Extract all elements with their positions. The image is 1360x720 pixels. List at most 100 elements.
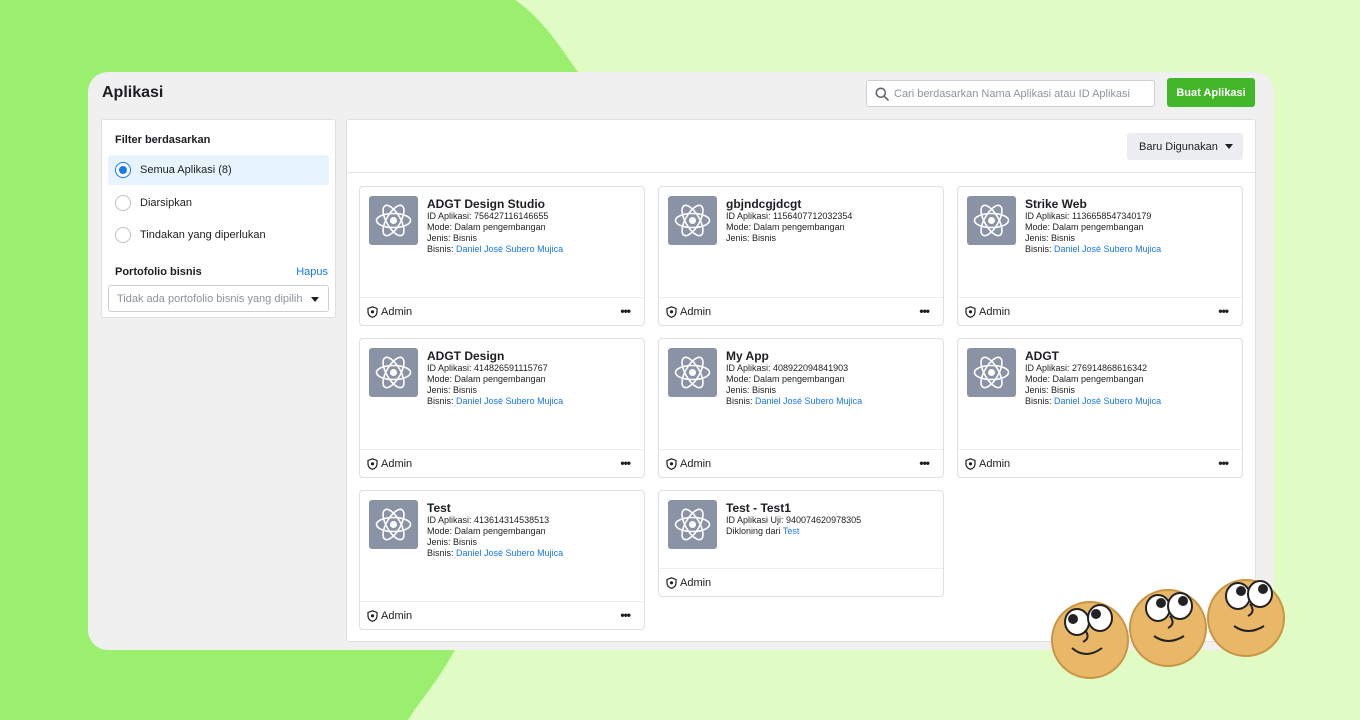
atom-icon [668, 500, 717, 549]
business-prefix: Bisnis: [427, 244, 454, 254]
atom-icon [967, 348, 1016, 397]
filter-archived[interactable]: Diarsipkan [108, 188, 329, 218]
more-options-icon[interactable]: ••• [919, 305, 930, 317]
role-label: Admin [381, 609, 413, 622]
app-business: Bisnis: Daniel José Subero Mujica [427, 548, 639, 559]
atom-icon [967, 196, 1016, 245]
more-options-icon[interactable]: ••• [620, 457, 631, 469]
app-type: Jenis: Bisnis [1025, 233, 1076, 243]
shield-icon [666, 305, 677, 318]
filter-sidebar: Filter berdasarkan Semua Aplikasi (8) Di… [101, 119, 336, 318]
more-options-icon[interactable]: ••• [620, 305, 631, 317]
portfolio-select-value: Tidak ada portofolio bisnis yang dipilih [117, 292, 303, 305]
card-footer: Admin ••• [360, 601, 644, 629]
business-link[interactable]: Daniel José Subero Mujica [456, 396, 563, 406]
card-footer: Admin ••• [360, 449, 644, 477]
more-options-icon[interactable]: ••• [919, 457, 930, 469]
filter-label: Semua Aplikasi (8) [140, 164, 232, 176]
app-card[interactable]: Test ID Aplikasi: 413614314538513 Mode: Da… [359, 490, 645, 630]
app-id: ID Aplikasi: 276914868616342 [1025, 363, 1148, 373]
app-card[interactable]: Strike Web ID Aplikasi: 1136658547340179 M… [957, 186, 1243, 326]
atom-icon [369, 196, 418, 245]
business-link[interactable]: Daniel José Subero Mujica [1054, 396, 1161, 406]
app-info: Test - Test1 ID Aplikasi Uji: 94007462097… [726, 501, 938, 537]
filter-action-required[interactable]: Tindakan yang diperlukan [108, 220, 329, 250]
app-card[interactable]: ADGT Design ID Aplikasi: 414826591115767 M… [359, 338, 645, 478]
app-type: Jenis: Bisnis [427, 537, 478, 547]
app-name[interactable]: Strike Web [1025, 197, 1237, 211]
app-window: Aplikasi Buat Aplikasi Filter berdasarka… [88, 72, 1274, 650]
app-card[interactable]: ADGT ID Aplikasi: 276914868616342 Mode: Da… [957, 338, 1243, 478]
sort-label: Baru Digunakan [1139, 140, 1218, 153]
app-card[interactable]: gbjndcgjdcgt ID Aplikasi: 115640771203235… [658, 186, 944, 326]
app-info: Strike Web ID Aplikasi: 1136658547340179 M… [1025, 197, 1237, 255]
more-options-icon[interactable]: ••• [1218, 305, 1229, 317]
shield-icon [666, 576, 677, 589]
app-mode: Mode: Dalam pengembangan [726, 222, 845, 232]
app-list-header: Baru Digunakan [347, 120, 1255, 173]
search-icon [875, 87, 889, 101]
cloned-prefix: Dikloning dari [726, 526, 781, 536]
business-link[interactable]: Daniel José Subero Mujica [456, 548, 563, 558]
clear-portfolio-link[interactable]: Hapus [296, 266, 328, 278]
emoji-face-icon [1207, 579, 1285, 657]
app-business: Bisnis: Daniel José Subero Mujica [1025, 396, 1237, 407]
app-id: ID Aplikasi: 414826591115767 [427, 363, 548, 373]
app-name[interactable]: ADGT Design Studio [427, 197, 639, 211]
app-business: Bisnis: Daniel José Subero Mujica [1025, 244, 1237, 255]
app-name[interactable]: ADGT Design [427, 349, 639, 363]
radio-selected-icon [115, 162, 131, 178]
role-label: Admin [979, 457, 1011, 470]
app-card[interactable]: My App ID Aplikasi: 408922094841903 Mode: … [658, 338, 944, 478]
app-info: My App ID Aplikasi: 408922094841903 Mode: … [726, 349, 938, 407]
more-options-icon[interactable]: ••• [1218, 457, 1229, 469]
emoji-face-icon [1051, 601, 1129, 679]
app-card[interactable]: ADGT Design Studio ID Aplikasi: 756427116… [359, 186, 645, 326]
create-app-button[interactable]: Buat Aplikasi [1167, 78, 1255, 107]
atom-icon [369, 348, 418, 397]
role-label: Admin [979, 305, 1011, 318]
app-info: ADGT Design Studio ID Aplikasi: 756427116… [427, 197, 639, 255]
app-name[interactable]: Test - Test1 [726, 501, 938, 515]
app-name[interactable]: ADGT [1025, 349, 1237, 363]
card-footer: Admin [659, 568, 943, 596]
atom-icon [369, 500, 418, 549]
app-type: Jenis: Bisnis [427, 233, 478, 243]
app-type: Jenis: Bisnis [726, 385, 777, 395]
app-type: Jenis: Bisnis [726, 233, 777, 243]
app-name[interactable]: My App [726, 349, 938, 363]
sort-dropdown[interactable]: Baru Digunakan [1127, 133, 1243, 160]
app-name[interactable]: gbjndcgjdcgt [726, 197, 938, 211]
app-cloned: Dikloning dari Test [726, 526, 938, 537]
cloned-from-link[interactable]: Test [783, 526, 800, 536]
app-mode: Mode: Dalam pengembangan [427, 222, 546, 232]
more-options-icon[interactable]: ••• [620, 609, 631, 621]
portfolio-select[interactable]: Tidak ada portofolio bisnis yang dipilih [108, 285, 329, 312]
business-prefix: Bisnis: [726, 396, 753, 406]
business-link[interactable]: Daniel José Subero Mujica [456, 244, 563, 254]
app-id: ID Aplikasi: 408922094841903 [726, 363, 849, 373]
card-footer: Admin ••• [958, 297, 1242, 325]
search-input[interactable] [894, 87, 1144, 100]
card-footer: Admin ••• [659, 297, 943, 325]
business-link[interactable]: Daniel José Subero Mujica [755, 396, 862, 406]
app-card[interactable]: Test - Test1 ID Aplikasi Uji: 94007462097… [658, 490, 944, 597]
caret-down-icon [1225, 144, 1233, 149]
app-info: Test ID Aplikasi: 413614314538513 Mode: Da… [427, 501, 639, 559]
portfolio-title: Portofolio bisnis [115, 266, 202, 278]
search-box[interactable] [866, 80, 1155, 107]
role-label: Admin [680, 305, 712, 318]
app-type: Jenis: Bisnis [1025, 385, 1076, 395]
app-name[interactable]: Test [427, 501, 639, 515]
filter-all-apps[interactable]: Semua Aplikasi (8) [108, 155, 329, 185]
app-id: ID Aplikasi: 1156407712032354 [726, 211, 853, 221]
card-footer: Admin ••• [958, 449, 1242, 477]
app-id: ID Aplikasi: 756427116146655 [427, 211, 549, 221]
app-info: ADGT ID Aplikasi: 276914868616342 Mode: Da… [1025, 349, 1237, 407]
app-business: Bisnis: Daniel José Subero Mujica [726, 396, 938, 407]
card-footer: Admin ••• [659, 449, 943, 477]
app-list-panel: Baru Digunakan ADGT Design Studio ID Apli… [346, 119, 1256, 642]
app-mode: Mode: Dalam pengembangan [726, 374, 845, 384]
business-link[interactable]: Daniel José Subero Mujica [1054, 244, 1161, 254]
atom-icon [668, 348, 717, 397]
